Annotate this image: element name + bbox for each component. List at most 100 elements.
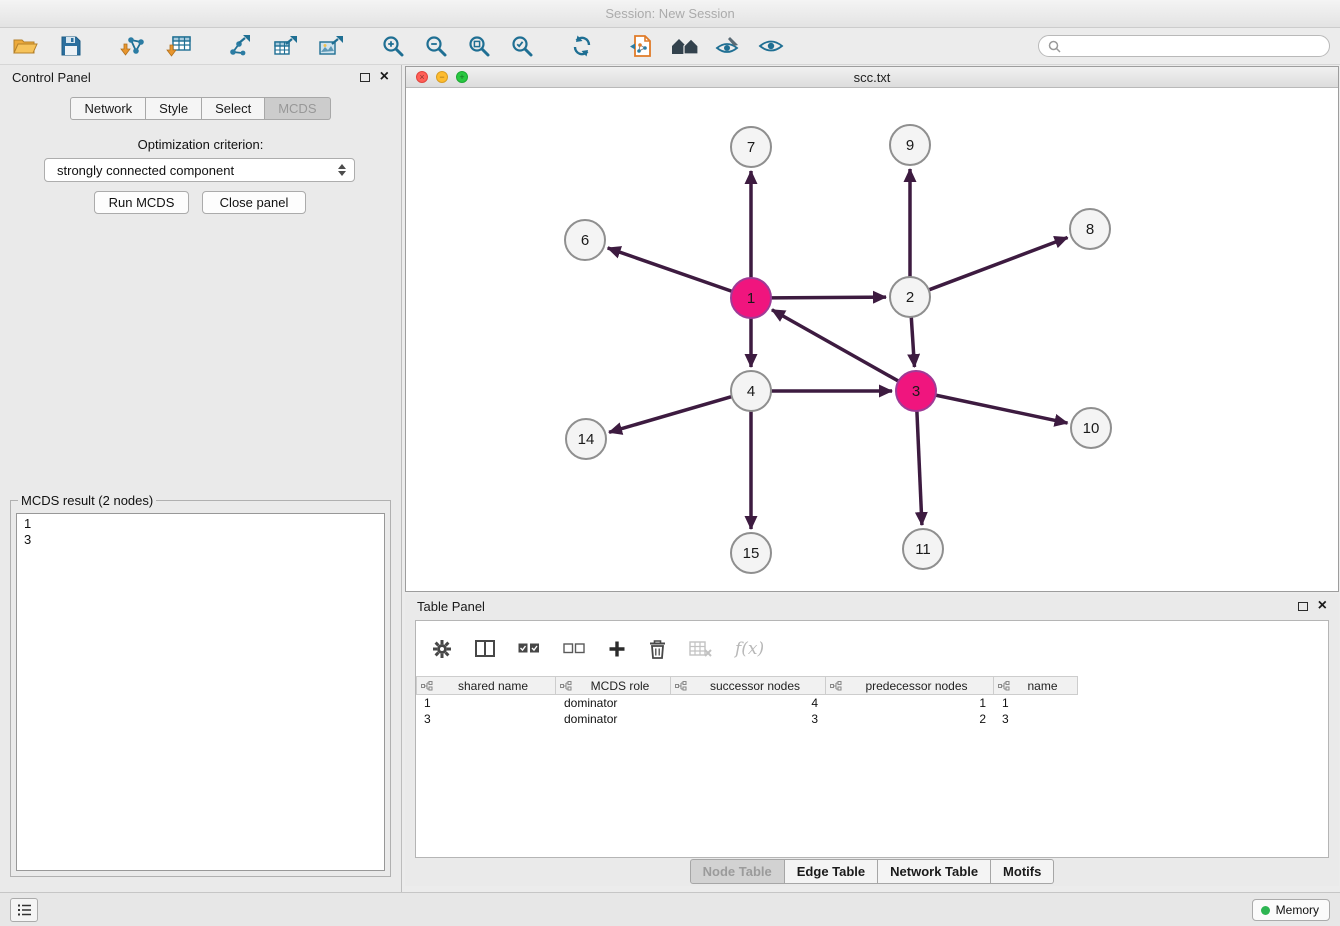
edge-3-11[interactable] [917,411,922,525]
svg-text:2: 2 [906,289,914,306]
optimization-criterion-dropdown[interactable]: strongly connected component [44,158,355,182]
table-toolbar: f(x) [416,621,1328,676]
node-11[interactable]: 11 [903,529,943,569]
import-table-icon [166,34,192,58]
tab-edge-table[interactable]: Edge Table [785,859,878,884]
node-table-container: f(x) shared nameMCDS rolesuccessor nodes… [415,620,1329,858]
split-table-view-button[interactable] [475,640,495,657]
tab-mcds[interactable]: MCDS [265,97,330,120]
result-item[interactable]: 3 [24,532,377,548]
run-mcds-button[interactable]: Run MCDS [94,191,189,214]
mcds-result-group: MCDS result (2 nodes) 13 [10,493,391,877]
table-cell[interactable]: 3 [416,711,556,727]
network-window-titlebar: × − + scc.txt [406,67,1338,88]
node-4[interactable]: 4 [731,371,771,411]
network-canvas[interactable]: 7 9 6 8 1 2 4 3 14 10 15 11 [406,89,1338,592]
node-6[interactable]: 6 [565,220,605,260]
search-box[interactable] [1038,35,1330,57]
window-controls: × − + [416,71,468,83]
table-cell[interactable]: 3 [994,711,1078,727]
node-3[interactable]: 3 [896,371,936,411]
tab-style[interactable]: Style [146,97,202,120]
maximize-window-button[interactable]: + [456,71,468,83]
zoom-in-button[interactable] [378,31,408,61]
zoom-selected-button[interactable] [507,31,537,61]
tab-motifs[interactable]: Motifs [991,859,1054,884]
save-session-button[interactable] [56,31,86,61]
delete-columns-button[interactable] [649,639,666,659]
edge-1-2[interactable] [771,297,886,298]
open-session-button[interactable] [10,31,40,61]
zoom-out-button[interactable] [421,31,451,61]
float-table-panel-button[interactable] [1298,602,1308,611]
zoom-fit-button[interactable] [464,31,494,61]
window-titlebar: Session: New Session [0,0,1340,28]
column-header-name[interactable]: name [994,676,1078,695]
node-1[interactable]: 1 [731,278,771,318]
table-cell[interactable]: 2 [826,711,994,727]
column-header-successor-nodes[interactable]: successor nodes [671,676,826,695]
close-control-panel-button[interactable]: × [380,70,389,84]
import-table-button[interactable] [164,31,194,61]
node-15[interactable]: 15 [731,533,771,573]
svg-text:15: 15 [743,545,760,562]
table-cell[interactable]: dominator [556,695,671,711]
close-table-panel-button[interactable]: × [1318,599,1327,613]
edge-3-1[interactable] [772,310,899,381]
create-new-column-button[interactable] [608,640,626,658]
column-header-predecessor-nodes[interactable]: predecessor nodes [826,676,994,695]
toggle-graphics-details-button[interactable] [713,31,743,61]
edge-4-14[interactable] [609,397,732,433]
close-window-button[interactable]: × [416,71,428,83]
delete-table-button[interactable] [689,641,712,657]
mcds-result-list[interactable]: 13 [16,513,385,871]
minimize-window-button[interactable]: − [436,71,448,83]
edge-3-10[interactable] [936,395,1068,423]
task-list-icon [17,904,32,916]
edge-2-3[interactable] [911,317,914,367]
float-control-panel-button[interactable] [360,73,370,82]
open-network-file-button[interactable] [627,31,657,61]
tab-network-table[interactable]: Network Table [878,859,991,884]
dropdown-selected-value: strongly connected component [57,163,234,178]
tab-select[interactable]: Select [202,97,265,120]
column-header-MCDS-role[interactable]: MCDS role [556,676,671,695]
table-cell[interactable]: dominator [556,711,671,727]
table-cell[interactable]: 4 [671,695,826,711]
tab-node-table[interactable]: Node Table [690,859,785,884]
column-settings-button[interactable] [432,639,452,659]
function-builder-button[interactable]: f(x) [735,639,764,659]
table-cell[interactable]: 1 [826,695,994,711]
import-network-button[interactable] [118,31,148,61]
node-8[interactable]: 8 [1070,209,1110,249]
export-network-button[interactable] [224,31,254,61]
search-input[interactable] [1067,39,1320,54]
show-hide-panels-button[interactable] [756,31,786,61]
memory-button[interactable]: Memory [1252,899,1330,921]
edge-1-6[interactable] [608,248,732,291]
export-image-button[interactable] [316,31,346,61]
close-panel-button[interactable]: Close panel [202,191,306,214]
welcome-screen-button[interactable] [670,31,700,61]
refresh-view-button[interactable] [567,31,597,61]
node-9[interactable]: 9 [890,125,930,165]
task-history-button[interactable] [10,898,38,922]
svg-text:10: 10 [1083,420,1100,437]
node-7[interactable]: 7 [731,127,771,167]
table-cell[interactable]: 1 [416,695,556,711]
node-10[interactable]: 10 [1071,408,1111,448]
edge-2-8[interactable] [929,237,1068,289]
column-header-shared-name[interactable]: shared name [416,676,556,695]
export-table-button[interactable] [270,31,300,61]
tab-network[interactable]: Network [70,97,146,120]
table-panel-tabs: Node TableEdge TableNetwork TableMotifs [405,859,1339,884]
node-2[interactable]: 2 [890,277,930,317]
table-row[interactable]: 1dominator411 [416,695,1328,711]
table-cell[interactable]: 1 [994,695,1078,711]
table-row[interactable]: 3dominator323 [416,711,1328,727]
table-cell[interactable]: 3 [671,711,826,727]
deselect-all-columns-button[interactable] [563,643,585,654]
select-all-columns-button[interactable] [518,643,540,654]
node-14[interactable]: 14 [566,419,606,459]
result-item[interactable]: 1 [24,516,377,532]
